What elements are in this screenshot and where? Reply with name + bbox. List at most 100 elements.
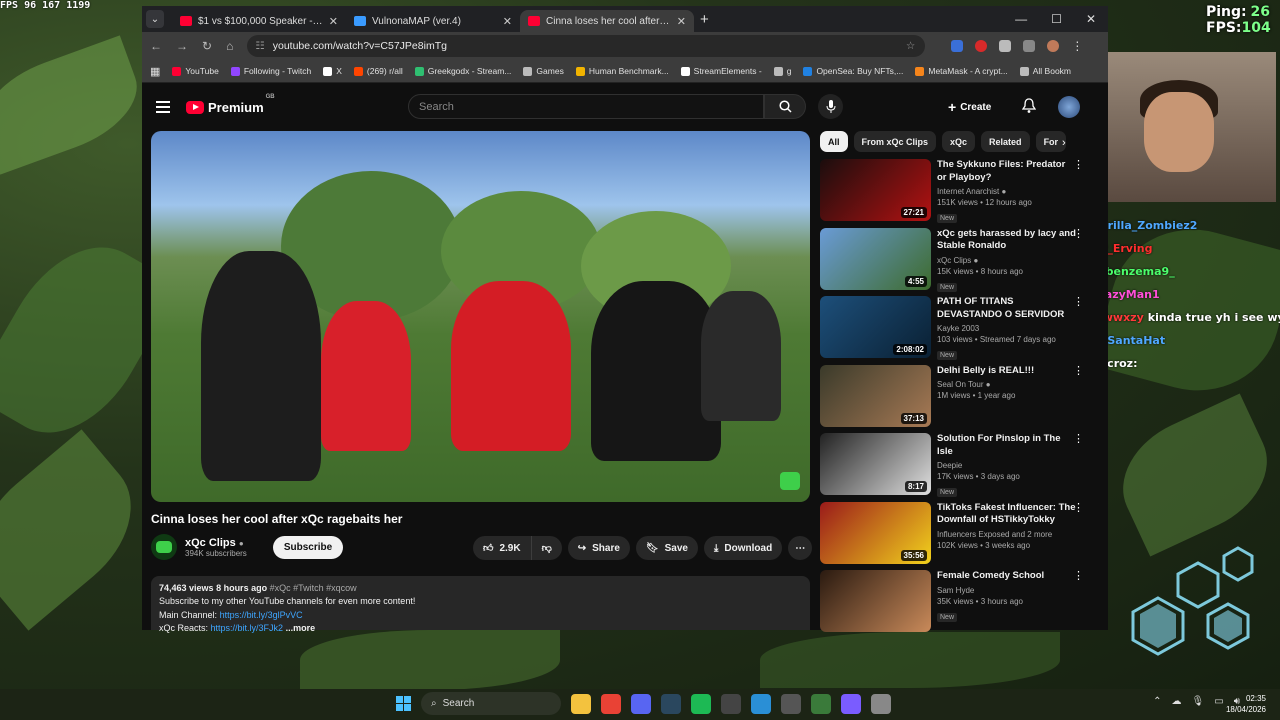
recommended-channel[interactable]: Deepie (937, 461, 1077, 470)
bookmark-item[interactable]: Following - Twitch (230, 66, 311, 76)
menu-icon[interactable] (156, 101, 170, 113)
profile-avatar[interactable] (1047, 40, 1060, 52)
video-thumbnail[interactable]: 27:21 (820, 159, 931, 221)
recommended-video[interactable]: 4:55 xQc gets harassed by lacy and Stable… (820, 227, 1086, 297)
tab-search-button[interactable]: ⌄ (146, 10, 164, 28)
tab-current-video[interactable]: Cinna loses her cool after xQc ragebaits… (520, 10, 694, 32)
puzzle-icon[interactable] (999, 40, 1012, 52)
bookmark-star-icon[interactable]: ☆ (906, 40, 915, 52)
close-window-icon[interactable]: ✕ (1086, 12, 1096, 26)
bookmark-item[interactable]: (269) r/all (353, 66, 403, 76)
close-tab-icon[interactable]: ✕ (503, 15, 512, 28)
more-actions-button[interactable]: ⋯ (788, 536, 813, 560)
calendar-icon[interactable] (841, 693, 861, 714)
recommended-title[interactable]: xQc gets harassed by lacy and Stable Ron… (937, 228, 1077, 253)
channel-name[interactable]: xQc Clips ● (185, 537, 247, 549)
search-input[interactable]: Search (408, 94, 764, 119)
obs-icon[interactable] (721, 693, 741, 714)
bookmark-item[interactable]: OpenSea: Buy NFTs,... (803, 66, 903, 76)
bookmark-item[interactable]: YouTube (172, 66, 219, 76)
video-thumbnail[interactable]: 2:08:02 (820, 296, 931, 358)
video-thumbnail[interactable]: 35:56 (820, 501, 931, 564)
recommended-title[interactable]: Delhi Belly is REAL!!! (937, 365, 1077, 378)
chevron-right-icon[interactable]: › (1062, 137, 1066, 149)
voice-search-button[interactable] (818, 94, 843, 119)
forward-icon[interactable]: → (176, 39, 188, 53)
bookmark-item[interactable]: All Bookm (1019, 66, 1071, 76)
back-icon[interactable]: ← (150, 39, 162, 53)
main-channel-link[interactable]: https://bit.ly/3glPvVC (220, 610, 303, 620)
cloud-icon[interactable]: ☁ (1172, 696, 1182, 707)
bookmark-item[interactable]: Greekgodx - Stream... (414, 66, 511, 76)
steam-icon[interactable] (661, 693, 681, 714)
recommended-channel[interactable]: Influencers Exposed and 2 more (937, 530, 1077, 539)
recommended-title[interactable]: The Sykkuno Files: Predator or Playboy? (937, 159, 1077, 184)
spotify-icon[interactable] (691, 693, 711, 714)
recommended-channel[interactable]: Kayke 2003 (937, 324, 1077, 333)
video-thumbnail[interactable]: 4:55 (820, 227, 931, 290)
search-button[interactable] (764, 94, 806, 119)
video-thumbnail[interactable]: 8:17 (820, 433, 931, 495)
apps-grid-icon[interactable]: ▦ (150, 65, 160, 78)
close-tab-icon[interactable]: ✕ (677, 15, 686, 28)
video-player[interactable] (151, 131, 810, 502)
account-avatar[interactable] (1058, 96, 1080, 118)
chip-from-xqc-clips[interactable]: From xQc Clips (853, 131, 937, 152)
reload-icon[interactable]: ↻ (202, 39, 212, 53)
hashtags[interactable]: #xQc #Twitch #xqcow (270, 583, 357, 593)
more-options-icon[interactable]: ⋮ (1073, 502, 1084, 513)
edge-icon[interactable] (751, 693, 771, 714)
tab-vulnonamap[interactable]: VulnonaMAP (ver.4) ✕ (346, 10, 520, 32)
subscribe-button[interactable]: Subscribe (272, 535, 344, 559)
taskbar-search[interactable]: ⌕ Search (421, 692, 561, 715)
recommended-video[interactable]: 2:08:02 PATH OF TITANS DEVASTANDO O SERVI… (820, 296, 1086, 365)
video-description[interactable]: 74,463 views 8 hours ago #xQc #Twitch #x… (151, 576, 810, 633)
bookmark-item[interactable]: Human Benchmark... (575, 66, 669, 76)
recommended-channel[interactable]: Sam Hyde (937, 586, 1077, 595)
channel-avatar[interactable] (151, 534, 177, 560)
bookmark-item[interactable]: g (773, 66, 791, 76)
reacts-link[interactable]: https://bit.ly/3FJk2 (211, 623, 284, 633)
recommended-title[interactable]: PATH OF TITANS DEVASTANDO O SERVIDOR AO … (937, 296, 1077, 321)
more-options-icon[interactable]: ⋮ (1073, 297, 1084, 308)
media-icon[interactable] (1023, 40, 1036, 52)
recommended-video[interactable]: 37:13 Delhi Belly is REAL!!! Seal On Tour … (820, 364, 1086, 434)
video-thumbnail[interactable] (820, 570, 931, 632)
mic-icon[interactable]: 🎙︎ (1192, 696, 1205, 707)
address-bar[interactable]: ☷ youtube.com/watch?v=C57JPe8imTg ☆ (247, 35, 926, 57)
recommended-channel[interactable]: Internet Anarchist ● (937, 187, 1077, 196)
display-icon[interactable]: ▭ (1214, 696, 1223, 707)
terminal-icon[interactable] (811, 693, 831, 714)
extension-icon[interactable] (975, 40, 988, 52)
chevron-up-icon[interactable]: ⌃ (1153, 696, 1161, 707)
chip-xqc[interactable]: xQc (942, 131, 976, 152)
recommended-video[interactable]: Female Comedy School Sam Hyde 35K views • … (820, 570, 1086, 639)
recommended-title[interactable]: Female Comedy School (937, 570, 1077, 583)
maximize-icon[interactable]: ☐ (1051, 12, 1062, 26)
chip-all[interactable]: All (820, 131, 848, 152)
close-tab-icon[interactable]: ✕ (329, 15, 338, 28)
clock[interactable]: 02:35 18/04/2026 (1226, 693, 1266, 715)
notifications-bell-icon[interactable] (1022, 98, 1036, 114)
settings-icon[interactable] (871, 693, 891, 714)
more-options-icon[interactable]: ⋮ (1073, 434, 1084, 445)
recommended-channel[interactable]: Seal On Tour ● (937, 380, 1077, 389)
download-button[interactable]: ⤓ Download (703, 536, 783, 560)
bookmark-item[interactable]: Games (523, 66, 564, 76)
extension-icon[interactable] (951, 40, 964, 52)
minimize-icon[interactable]: — (1015, 12, 1027, 26)
more-options-icon[interactable]: ⋮ (1073, 365, 1084, 376)
recommended-video[interactable]: 35:56 TikToks Fakest Influencer: The Down… (820, 501, 1086, 571)
recommended-video[interactable]: 8:17 Solution For Pinslop in The Isle Deep… (820, 433, 1086, 502)
save-button[interactable]: 🔖︎ Save (635, 536, 698, 560)
home-icon[interactable]: ⌂ (226, 39, 233, 53)
bookmark-item[interactable]: MetaMask - A crypt... (915, 66, 1008, 76)
bookmark-item[interactable]: StreamElements - (680, 66, 762, 76)
tab-speaker-video[interactable]: $1 vs $100,000 Speaker - YouTube ✕ (172, 10, 346, 32)
discord-icon[interactable] (631, 693, 651, 714)
more-options-icon[interactable]: ⋮ (1073, 571, 1084, 582)
bookmark-item[interactable]: X (323, 66, 342, 76)
share-button[interactable]: ↪ Share (567, 536, 630, 560)
menu-dots-icon[interactable]: ⋮ (1071, 40, 1083, 52)
file-explorer-icon[interactable] (571, 693, 591, 714)
